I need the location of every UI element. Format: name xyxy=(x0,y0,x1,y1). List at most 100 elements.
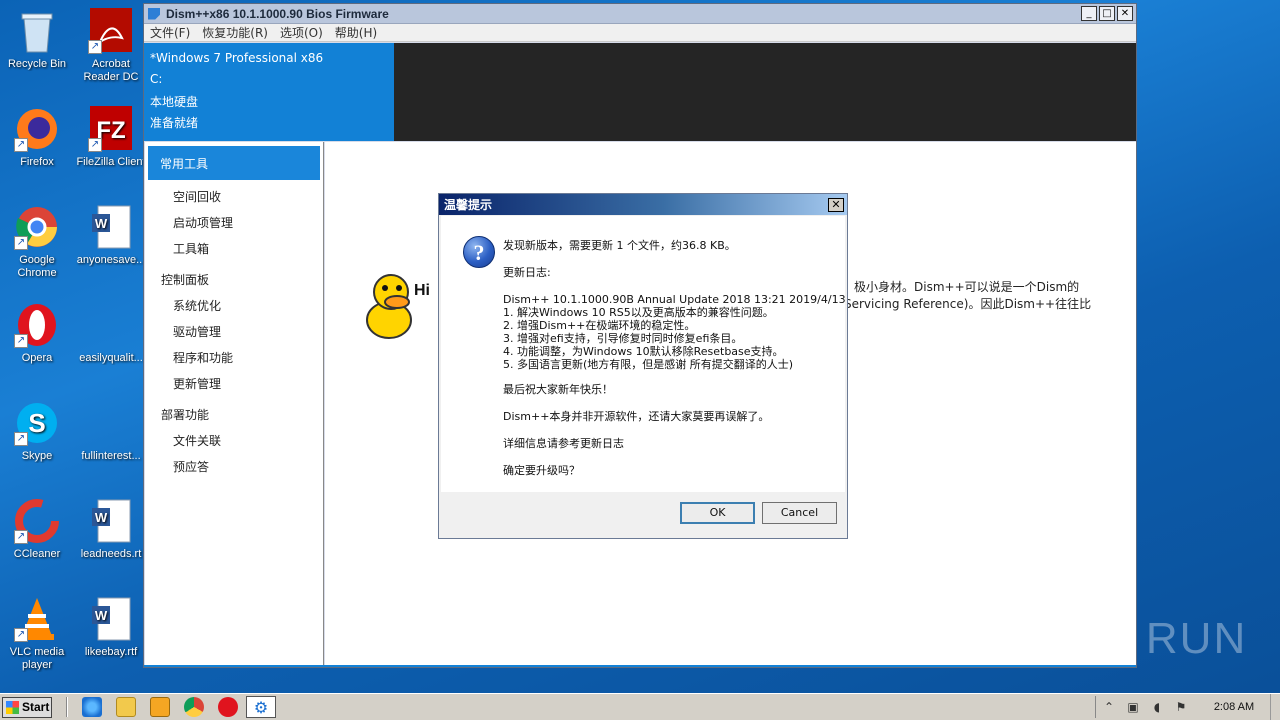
maximize-button[interactable]: □ xyxy=(1099,6,1115,21)
dialog-body: ? 发现新版本，需要更新 1 个文件，约36.8 KB。 更新日志: Dism+… xyxy=(441,216,846,492)
desktop-icon-recycle-bin[interactable]: Recycle Bin xyxy=(0,8,74,71)
sidebar-item-system-optimize[interactable]: 系统优化 xyxy=(145,293,323,319)
ok-button[interactable]: OK xyxy=(680,502,755,524)
sidebar-item-space-recovery[interactable]: 空间回收 xyxy=(145,184,323,210)
desktop-icon-likeebay[interactable]: W likeebay.rtf xyxy=(74,596,148,659)
dialog-message: 发现新版本，需要更新 1 个文件，约36.8 KB。 更新日志: Dism++ … xyxy=(503,239,846,491)
opera-taskbar-icon[interactable] xyxy=(218,697,238,717)
action-center-flag-icon[interactable]: ⚑ xyxy=(1174,700,1188,714)
desktop-icon-fullinterest[interactable]: fullinterest... xyxy=(74,400,148,463)
opera-icon: ↗ xyxy=(14,302,60,348)
shortcut-arrow-icon: ↗ xyxy=(88,138,102,152)
blank-file-icon xyxy=(88,400,134,446)
skype-icon: S ↗ xyxy=(14,400,60,446)
dism-taskbar-button[interactable]: ⚙ xyxy=(246,696,276,718)
drive-letter: C: xyxy=(150,72,163,86)
license-note: Dism++本身并非开源软件，还请大家莫要再误解了。 xyxy=(503,410,770,423)
desktop-icon-skype[interactable]: S ↗ Skype xyxy=(0,400,74,463)
dialog-title: 温馨提示 xyxy=(444,198,493,212)
ie-icon[interactable] xyxy=(82,697,102,717)
explorer-icon[interactable] xyxy=(116,697,136,717)
desktop-icon-chrome[interactable]: ↗ Google Chrome xyxy=(0,204,74,280)
changelog-line: Dism++ 10.1.1000.90B Annual Update 2018 … xyxy=(503,293,846,306)
window-title: Dism++x86 10.1.1000.90 Bios Firmware xyxy=(166,6,389,21)
network-icon[interactable]: ▣ xyxy=(1126,700,1140,714)
gear-icon: ⚙ xyxy=(253,697,269,717)
shortcut-arrow-icon: ↗ xyxy=(14,138,28,152)
session-info-panel[interactable]: *Windows 7 Professional x86 C: 本地硬盘 准备就绪 xyxy=(144,43,394,141)
desktop-icon-vlc[interactable]: ↗ VLC media player xyxy=(0,596,74,672)
desktop-icon-leadneeds[interactable]: W leadneeds.rt xyxy=(74,498,148,561)
taskbar: Start ⚙ ⌃ ▣ ◖ ⚑ 2:08 AM xyxy=(0,693,1280,720)
window-bottom-strip xyxy=(144,665,1136,667)
sidebar-item-toolbox[interactable]: 工具箱 xyxy=(145,236,323,262)
desktop-icon-anyonesave[interactable]: W anyonesave... xyxy=(74,204,148,267)
duck-mascot-image: Hi xyxy=(359,268,439,348)
window-controls: _ □ ✕ xyxy=(1081,6,1136,21)
desktop-icon-acrobat[interactable]: ↗ Acrobat Reader DC xyxy=(74,8,148,84)
media-player-icon[interactable] xyxy=(150,697,170,717)
desktop-icon-filezilla[interactable]: FZ ↗ FileZilla Client xyxy=(74,106,148,169)
ccleaner-icon: ↗ xyxy=(14,498,60,544)
changelog-line: 4. 功能调整，为Windows 10默认移除Resetbase支持。 xyxy=(503,345,784,358)
os-name: *Windows 7 Professional x86 xyxy=(150,51,324,65)
recycle-bin-icon xyxy=(14,8,60,54)
update-dialog: 温馨提示 ✕ ? 发现新版本，需要更新 1 个文件，约36.8 KB。 更新日志… xyxy=(438,193,848,539)
changelog-line: 5. 多国语言更新(地方有限，但是感谢 所有提交翻译的人士) xyxy=(503,358,794,371)
dism-app-icon xyxy=(148,7,160,20)
menu-file[interactable]: 文件(F) xyxy=(150,24,190,41)
confirm-text: 确定要升级吗？ xyxy=(503,464,580,477)
dialog-close-button[interactable]: ✕ xyxy=(828,197,844,212)
start-button[interactable]: Start xyxy=(2,696,52,718)
shortcut-arrow-icon: ↗ xyxy=(14,236,28,250)
header-dark-area xyxy=(394,43,1136,141)
sidebar-item-update-manager[interactable]: 更新管理 xyxy=(145,371,323,397)
sidebar-item-unattended[interactable]: 预应答 xyxy=(145,454,323,480)
details-text: 详细信息请参考更新日志 xyxy=(503,437,624,450)
chrome-icon: ↗ xyxy=(14,204,60,250)
menu-options[interactable]: 选项(O) xyxy=(280,24,323,41)
sidebar: 常用工具 空间回收 启动项管理 工具箱 控制面板 系统优化 驱动管理 程序和功能… xyxy=(145,142,324,666)
blank-file-icon xyxy=(88,302,134,348)
menu-help[interactable]: 帮助(H) xyxy=(335,24,377,41)
menubar: 文件(F) 恢复功能(R) 选项(O) 帮助(H) xyxy=(144,24,1136,42)
system-tray: ⌃ ▣ ◖ ⚑ 2:08 AM xyxy=(1095,696,1270,718)
show-desktop-button[interactable] xyxy=(1270,694,1280,720)
intro-text: 极小身材。Dism++可以说是一个Dism的 Servicing Referen… xyxy=(844,279,1124,313)
changelog-list: Dism++ 10.1.1000.90B Annual Update 2018 … xyxy=(503,293,846,371)
greeting-text: 最后祝大家新年快乐！ xyxy=(503,383,613,396)
question-icon: ? xyxy=(463,236,495,268)
clock[interactable]: 2:08 AM xyxy=(1204,701,1264,713)
sidebar-item-driver-manager[interactable]: 驱动管理 xyxy=(145,319,323,345)
svg-text:W: W xyxy=(95,608,108,623)
windows-flag-icon xyxy=(6,700,19,714)
changelog-line: 3. 增强对efi支持，引导修复时同时修复efi条目。 xyxy=(503,332,743,345)
duck-hi-text: Hi xyxy=(414,282,430,299)
desktop-icon-firefox[interactable]: ↗ Firefox xyxy=(0,106,74,169)
sidebar-item-common-tools[interactable]: 常用工具 xyxy=(148,146,320,180)
dialog-titlebar[interactable]: 温馨提示 ✕ xyxy=(439,194,847,215)
minimize-button[interactable]: _ xyxy=(1081,6,1097,21)
desktop-icon-ccleaner[interactable]: ↗ CCleaner xyxy=(0,498,74,561)
sidebar-section-deploy[interactable]: 部署功能 xyxy=(145,402,323,428)
word-document-icon: W xyxy=(88,596,134,642)
desktop-icon-opera[interactable]: ↗ Opera xyxy=(0,302,74,365)
shortcut-arrow-icon: ↗ xyxy=(88,40,102,54)
start-label: Start xyxy=(22,700,50,714)
filezilla-icon: FZ ↗ xyxy=(88,106,134,152)
intro-line-2: Servicing Reference)。因此Dism++往往比 xyxy=(844,297,1092,311)
sidebar-item-startup-manager[interactable]: 启动项管理 xyxy=(145,210,323,236)
menu-restore[interactable]: 恢复功能(R) xyxy=(202,24,268,41)
shortcut-arrow-icon: ↗ xyxy=(14,628,28,642)
cancel-button[interactable]: Cancel xyxy=(762,502,837,524)
chrome-taskbar-icon[interactable] xyxy=(184,697,204,717)
close-button[interactable]: ✕ xyxy=(1117,6,1133,21)
window-titlebar[interactable]: Dism++x86 10.1.1000.90 Bios Firmware _ □… xyxy=(144,4,1136,24)
changelog-heading: 更新日志: xyxy=(503,266,551,279)
sidebar-section-control-panel[interactable]: 控制面板 xyxy=(145,267,323,293)
sidebar-item-file-association[interactable]: 文件关联 xyxy=(145,428,323,454)
volume-icon[interactable]: ◖ xyxy=(1150,700,1164,714)
sidebar-item-programs[interactable]: 程序和功能 xyxy=(145,345,323,371)
show-hidden-icons-icon[interactable]: ⌃ xyxy=(1102,700,1116,714)
desktop-icon-easilyquality[interactable]: easilyqualit... xyxy=(74,302,148,365)
